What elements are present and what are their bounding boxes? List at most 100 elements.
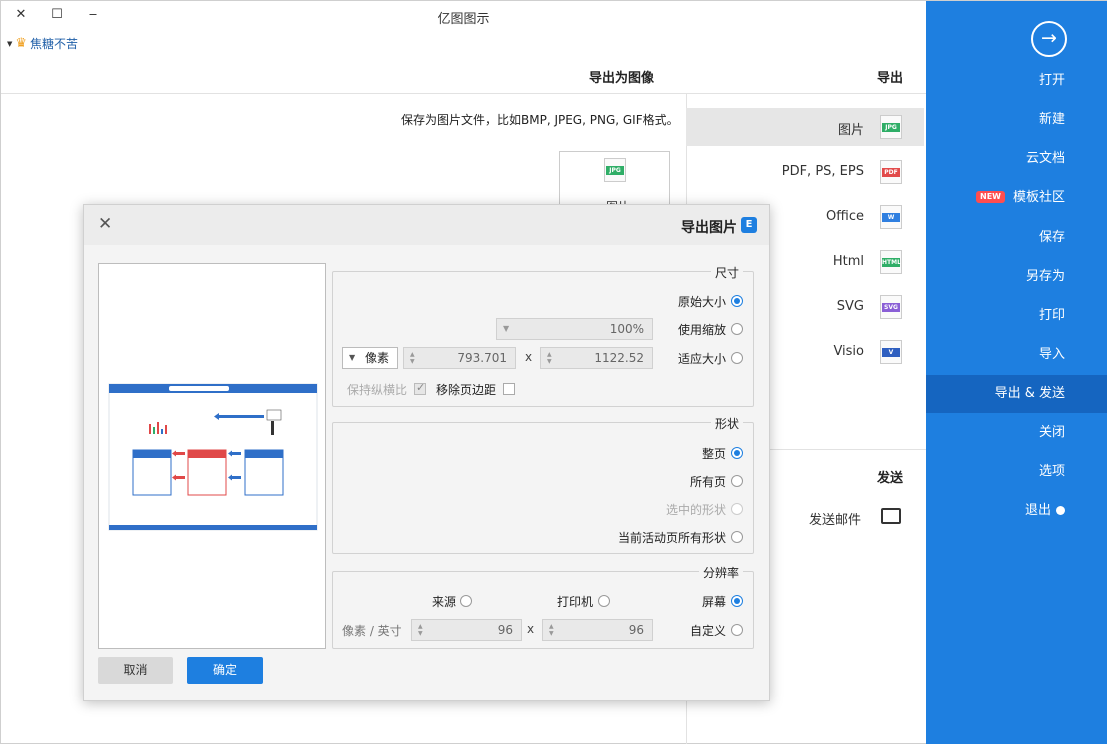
export-section-title: 导出 [877, 71, 904, 86]
selected-shapes-label: 选中的形状 [665, 503, 726, 517]
exit-icon [1056, 506, 1065, 515]
screen-radio[interactable] [731, 595, 743, 607]
menu-open[interactable]: 打开 [926, 62, 1107, 100]
format-label: PDF, PS, EPS [781, 164, 864, 179]
custom-radio[interactable] [731, 624, 743, 636]
printer-label: 打印机 [557, 595, 594, 609]
format-pdf[interactable]: PDF, PS, EPS PDF [686, 153, 924, 191]
source-radio[interactable] [460, 595, 472, 607]
close-icon[interactable]: ✕ [98, 214, 112, 234]
menu-new[interactable]: 新建 [926, 101, 1107, 139]
format-label: Html [832, 254, 864, 269]
zoom-select[interactable]: 100% ▼ [496, 318, 653, 340]
chevron-down-icon: ▼ [7, 39, 13, 48]
user-account-menu[interactable]: ▼ ♛ 焦糖不苦 [7, 35, 78, 52]
jpg-file-icon: JPG [880, 115, 902, 139]
send-email-label: 发送邮件 [808, 513, 861, 528]
menu-import[interactable]: 导入 [926, 336, 1107, 374]
shape-legend: 形状 [710, 415, 743, 432]
size-legend: 尺寸 [710, 264, 743, 281]
format-label: Office [826, 209, 864, 224]
screen-label: 屏幕 [701, 595, 726, 609]
custom-label: 自定义 [689, 624, 726, 638]
width-input[interactable]: 1122.52 ▲ ▼ [540, 347, 653, 369]
all-pages-label: 所有页 [689, 475, 726, 489]
spinner-icon: ▲ ▼ [418, 623, 423, 637]
spinner-icon: ▲ ▼ [549, 623, 554, 637]
whole-page-radio[interactable] [731, 447, 743, 459]
height-input[interactable]: 793.701 ▲ ▼ [403, 347, 516, 369]
menu-template-community[interactable]: NEW 模板社区 [926, 179, 1107, 217]
dialog-header: ✕ 导出图片 E [84, 205, 769, 245]
svg-file-icon: SVG [880, 295, 902, 319]
original-size-label: 原始大小 [677, 295, 726, 309]
cancel-button[interactable]: 取消 [98, 657, 173, 684]
export-preview [98, 263, 326, 649]
times-sign: x [527, 622, 535, 636]
remove-margin-label: 移除页边距 [436, 383, 497, 397]
keep-ratio-checkbox[interactable] [414, 381, 426, 395]
app-logo-icon: E [741, 217, 757, 233]
mail-icon [881, 508, 901, 524]
app-title: 亿图图示 [437, 12, 490, 27]
zoom-label: 使用缩放 [677, 323, 726, 337]
whole-page-label: 整页 [701, 447, 726, 461]
user-name: 焦糖不苦 [30, 37, 79, 51]
source-label: 来源 [432, 595, 457, 609]
dpi-y-input[interactable]: 96 ▲ ▼ [411, 619, 522, 641]
zoom-radio[interactable] [731, 323, 743, 335]
back-button[interactable]: → [1031, 21, 1067, 57]
menu-export-send[interactable]: 导出 & 发送 [926, 375, 1107, 413]
unit-select[interactable]: 像素 ▼ [342, 347, 398, 369]
menu-cloud-docs[interactable]: 云文档 [926, 140, 1107, 178]
app-window: ✕ ☐ ‒ 亿图图示 ▼ ♛ 焦糖不苦 导出为图像 导出 图片 JPG PDF,… [0, 0, 1107, 744]
current-page-shapes-radio[interactable] [731, 531, 743, 543]
divider [1, 93, 686, 94]
export-image-dialog: ✕ 导出图片 E 尺寸 原始大小 使用缩放 100% ▼ 适应大小 1122.5… [83, 204, 770, 701]
menu-close[interactable]: 关闭 [926, 414, 1107, 452]
jpg-file-icon: JPG [604, 158, 626, 182]
dpi-x-input[interactable]: 96 ▲ ▼ [542, 619, 653, 641]
visio-file-icon: V [880, 340, 902, 364]
menu-print[interactable]: 打印 [926, 297, 1107, 335]
keep-ratio-label: 保持纵横比 [347, 383, 408, 397]
fit-size-label: 适应大小 [677, 352, 726, 366]
new-badge: NEW [976, 191, 1005, 203]
menu-exit[interactable]: 退出 [926, 492, 1107, 530]
fit-size-radio[interactable] [731, 352, 743, 364]
shape-group: 形状 整页 所有页 选中的形状 当前活动页所有形状 [332, 415, 754, 554]
ok-button[interactable]: 确定 [187, 657, 263, 684]
backstage-menu: → 打开 新建 云文档 NEW 模板社区 保存 另存为 打印 导入 导出 & 发… [926, 1, 1107, 744]
arrow-right-icon: → [1041, 27, 1057, 49]
menu-label: 退出 [1024, 503, 1051, 518]
title-bar: ✕ ☐ ‒ 亿图图示 [1, 1, 926, 31]
send-section-title: 发送 [877, 471, 904, 486]
times-sign: x [525, 350, 533, 364]
all-pages-radio[interactable] [731, 475, 743, 487]
menu-save[interactable]: 保存 [926, 219, 1107, 257]
dialog-title: 导出图片 [681, 220, 737, 236]
current-page-shapes-label: 当前活动页所有形状 [617, 531, 726, 545]
size-group: 尺寸 原始大小 使用缩放 100% ▼ 适应大小 1122.52 ▲ ▼ x 79… [332, 264, 754, 407]
pdf-file-icon: PDF [880, 160, 902, 184]
spinner-icon: ▲ ▼ [410, 351, 415, 365]
original-size-radio[interactable] [731, 295, 743, 307]
menu-options[interactable]: 选项 [926, 453, 1107, 491]
spinner-icon: ▲ ▼ [547, 351, 552, 365]
divider [686, 93, 926, 94]
format-label: 图片 [837, 123, 864, 138]
html-file-icon: HTML [880, 250, 902, 274]
vip-crown-icon: ♛ [15, 36, 28, 51]
format-image[interactable]: 图片 JPG [686, 108, 924, 146]
menu-save-as[interactable]: 另存为 [926, 258, 1107, 296]
resolution-group: 分辨率 屏幕 打印机 来源 自定义 96 ▲ ▼ x 96 ▲ ▼ 像素 / 英寸 [332, 564, 754, 649]
resolution-legend: 分辨率 [698, 564, 743, 581]
format-label: Visio [833, 344, 864, 359]
format-label: SVG [836, 299, 864, 314]
selected-shapes-radio[interactable] [731, 503, 743, 515]
printer-radio[interactable] [598, 595, 610, 607]
remove-margin-checkbox[interactable] [503, 383, 515, 395]
dpi-unit-label: 像素 / 英寸 [342, 624, 402, 638]
menu-label: 模板社区 [1012, 190, 1065, 205]
chevron-down-icon: ▼ [503, 324, 510, 333]
